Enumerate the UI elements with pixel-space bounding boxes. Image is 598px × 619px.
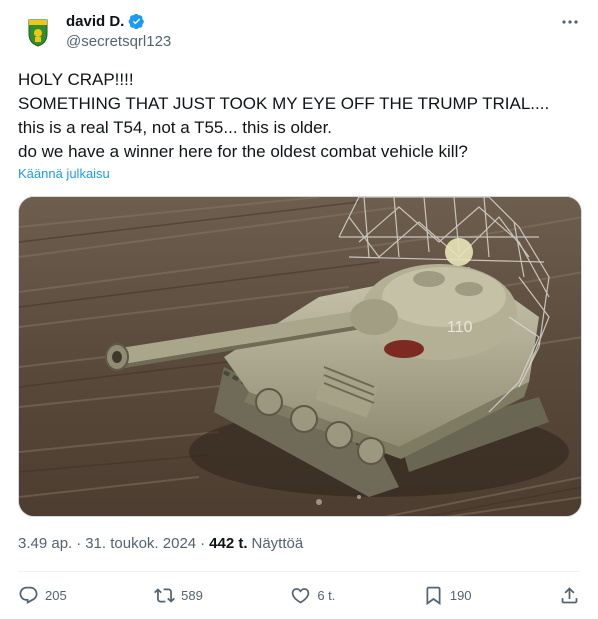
like-count: 6 t. [317,587,336,603]
bookmark-icon [426,586,441,605]
reply-icon [19,586,38,604]
tweet-date[interactable]: 31. toukok. 2024 [85,535,196,552]
share-icon [561,586,578,603]
avatar[interactable] [18,12,58,52]
views-label: Näyttöä [251,535,304,552]
repost-button[interactable]: 589 [154,585,203,606]
author-handle[interactable]: @secretsqrl123 [66,33,171,50]
turret-number: 110 [447,319,473,336]
divider [18,571,580,572]
action-bar: 205 589 6 t. 190 [18,582,580,608]
bookmark-button[interactable]: 190 [423,585,472,606]
author-display-name[interactable]: david D. [66,13,124,30]
tweet-text-line: this is a real T54, not a T55... this is… [18,118,333,137]
tweet-time[interactable]: 3.49 ap. [18,535,72,552]
tweet: david D. @secretsqrl123 HOLY CRAP!!!! SO… [0,0,598,619]
like-button[interactable]: 6 t. [290,585,335,606]
repost-icon [154,587,176,603]
share-button[interactable] [559,585,580,606]
meta-separator: · [200,535,206,552]
translate-post-link[interactable]: Käännä julkaisu [18,166,110,181]
reply-button[interactable]: 205 [18,585,67,606]
tweet-media-image[interactable]: 110 [18,196,582,517]
more-icon[interactable] [560,12,580,32]
tweet-text: HOLY CRAP!!!! SOMETHING THAT JUST TOOK M… [18,68,578,164]
author-name-row: david D. [66,13,145,30]
repost-count: 589 [181,587,203,603]
reply-count: 205 [45,587,67,603]
coat-of-arms-icon [18,12,58,52]
verified-badge-icon [128,13,145,30]
tweet-text-line: HOLY CRAP!!!! [18,70,134,89]
heart-icon [292,587,310,604]
tweet-meta: 3.49 ap. · 31. toukok. 2024 · 442 t. Näy… [18,535,303,552]
tweet-text-line: do we have a winner here for the oldest … [18,142,468,161]
tank-photo: 110 [19,197,581,516]
meta-separator: · [76,535,82,552]
tweet-text-line: SOMETHING THAT JUST TOOK MY EYE OFF THE … [18,94,550,113]
bookmark-count: 190 [449,587,472,603]
views-count: 442 t. [209,535,248,552]
